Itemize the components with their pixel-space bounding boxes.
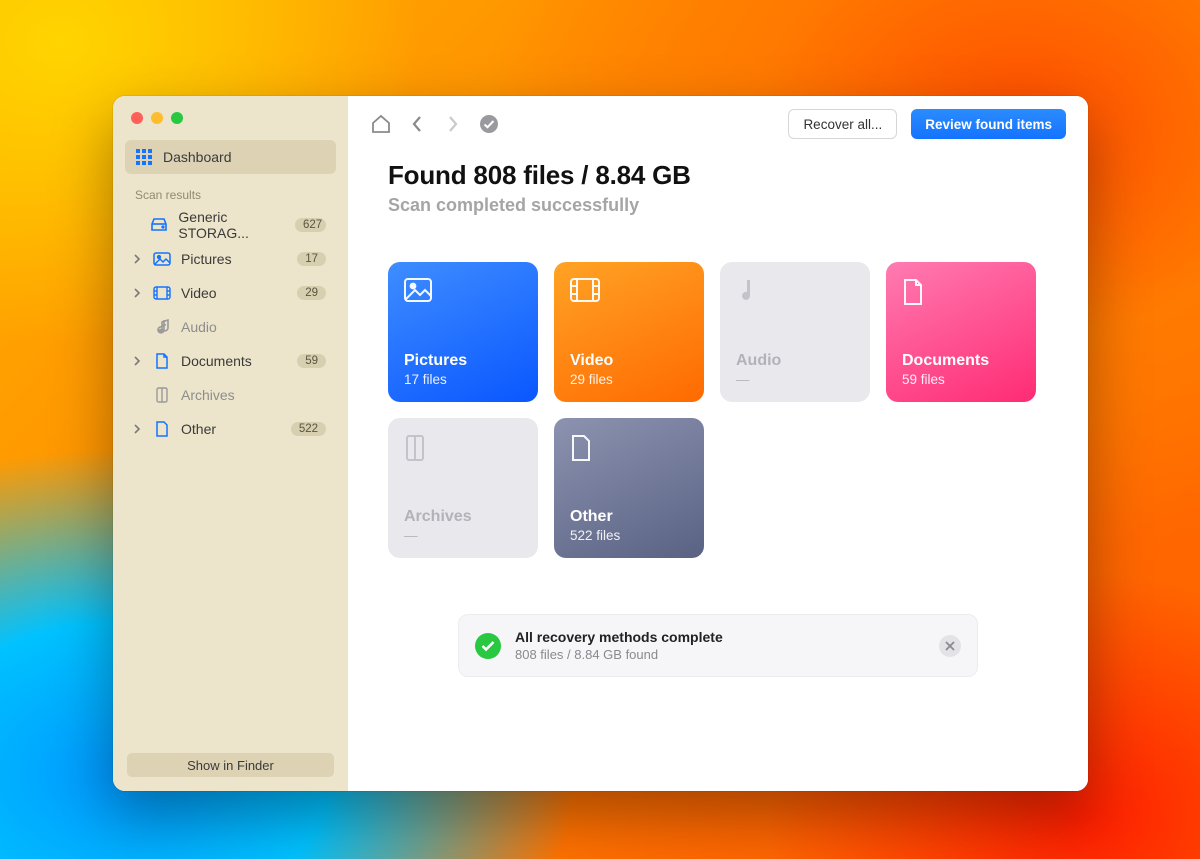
- chevron-right-icon[interactable]: [131, 356, 143, 366]
- sidebar-item-label: Dashboard: [163, 149, 232, 165]
- count-badge: 29: [297, 286, 326, 300]
- card-sub: —: [404, 528, 522, 543]
- sidebar-item-other[interactable]: Other 522: [125, 412, 336, 446]
- card-sub: 59 files: [902, 372, 1020, 387]
- chevron-right-icon[interactable]: [131, 424, 143, 434]
- main-pane: Recover all... Review found items Found …: [348, 96, 1088, 791]
- card-audio: Audio —: [720, 262, 870, 402]
- archive-icon: [404, 434, 432, 462]
- card-sub: 29 files: [570, 372, 688, 387]
- forward-button: [442, 113, 464, 135]
- review-found-items-button[interactable]: Review found items: [911, 109, 1066, 139]
- sidebar-item-label: Audio: [181, 319, 217, 335]
- sidebar-item-label: Archives: [181, 387, 235, 403]
- sidebar: Dashboard Scan results Generic STORAG...…: [113, 96, 348, 791]
- card-sub: 522 files: [570, 528, 688, 543]
- document-icon: [153, 352, 171, 370]
- document-icon: [902, 278, 930, 306]
- card-title: Other: [570, 508, 688, 526]
- file-icon: [570, 434, 598, 462]
- count-badge: 627: [295, 218, 326, 232]
- music-icon: [736, 278, 764, 306]
- card-sub: 17 files: [404, 372, 522, 387]
- sidebar-item-documents[interactable]: Documents 59: [125, 344, 336, 378]
- file-icon: [153, 420, 171, 438]
- toast-close-button[interactable]: [939, 635, 961, 657]
- count-badge: 59: [297, 354, 326, 368]
- card-video[interactable]: Video 29 files: [554, 262, 704, 402]
- maximize-window-button[interactable]: [171, 112, 183, 124]
- card-title: Video: [570, 352, 688, 370]
- card-title: Pictures: [404, 352, 522, 370]
- toolbar: Recover all... Review found items: [348, 96, 1088, 152]
- back-button[interactable]: [406, 113, 428, 135]
- film-icon: [153, 284, 171, 302]
- toast-title: All recovery methods complete: [515, 629, 723, 645]
- image-icon: [404, 278, 432, 306]
- minimize-window-button[interactable]: [151, 112, 163, 124]
- completion-toast: All recovery methods complete 808 files …: [458, 614, 978, 677]
- count-badge: 522: [291, 422, 326, 436]
- sidebar-item-video[interactable]: Video 29: [125, 276, 336, 310]
- sidebar-item-label: Generic STORAG...: [178, 209, 275, 241]
- sidebar-item-label: Other: [181, 421, 216, 437]
- card-title: Archives: [404, 508, 522, 526]
- card-archives: Archives —: [388, 418, 538, 558]
- check-circle-icon[interactable]: [478, 113, 500, 135]
- archive-icon: [153, 386, 171, 404]
- card-pictures[interactable]: Pictures 17 files: [388, 262, 538, 402]
- category-cards: Pictures 17 files Video 29 files Audio —: [388, 262, 1048, 558]
- card-title: Audio: [736, 352, 854, 370]
- drive-icon: [150, 216, 168, 234]
- card-documents[interactable]: Documents 59 files: [886, 262, 1036, 402]
- home-icon[interactable]: [370, 113, 392, 135]
- sidebar-section-label: Scan results: [113, 174, 348, 208]
- show-in-finder-button[interactable]: Show in Finder: [127, 753, 334, 777]
- count-badge: 17: [297, 252, 326, 266]
- card-other[interactable]: Other 522 files: [554, 418, 704, 558]
- results-headline: Found 808 files / 8.84 GB: [388, 160, 1048, 191]
- check-icon: [475, 633, 501, 659]
- chevron-right-icon[interactable]: [131, 288, 143, 298]
- sidebar-item-archives[interactable]: Archives: [125, 378, 336, 412]
- toast-detail: 808 files / 8.84 GB found: [515, 647, 723, 662]
- window-controls: [113, 96, 348, 140]
- results-subhead: Scan completed successfully: [388, 195, 1048, 216]
- sidebar-item-label: Video: [181, 285, 217, 301]
- app-window: Dashboard Scan results Generic STORAG...…: [113, 96, 1088, 791]
- sidebar-item-dashboard[interactable]: Dashboard: [125, 140, 336, 174]
- grid-icon: [135, 148, 153, 166]
- sidebar-item-label: Pictures: [181, 251, 232, 267]
- close-window-button[interactable]: [131, 112, 143, 124]
- sidebar-item-pictures[interactable]: Pictures 17: [125, 242, 336, 276]
- chevron-right-icon[interactable]: [131, 254, 143, 264]
- image-icon: [153, 250, 171, 268]
- music-icon: [153, 318, 171, 336]
- film-icon: [570, 278, 598, 306]
- sidebar-item-storage[interactable]: Generic STORAG... 627: [125, 208, 336, 242]
- sidebar-item-audio[interactable]: Audio: [125, 310, 336, 344]
- recover-all-button[interactable]: Recover all...: [788, 109, 897, 139]
- sidebar-item-label: Documents: [181, 353, 252, 369]
- card-sub: —: [736, 372, 854, 387]
- card-title: Documents: [902, 352, 1020, 370]
